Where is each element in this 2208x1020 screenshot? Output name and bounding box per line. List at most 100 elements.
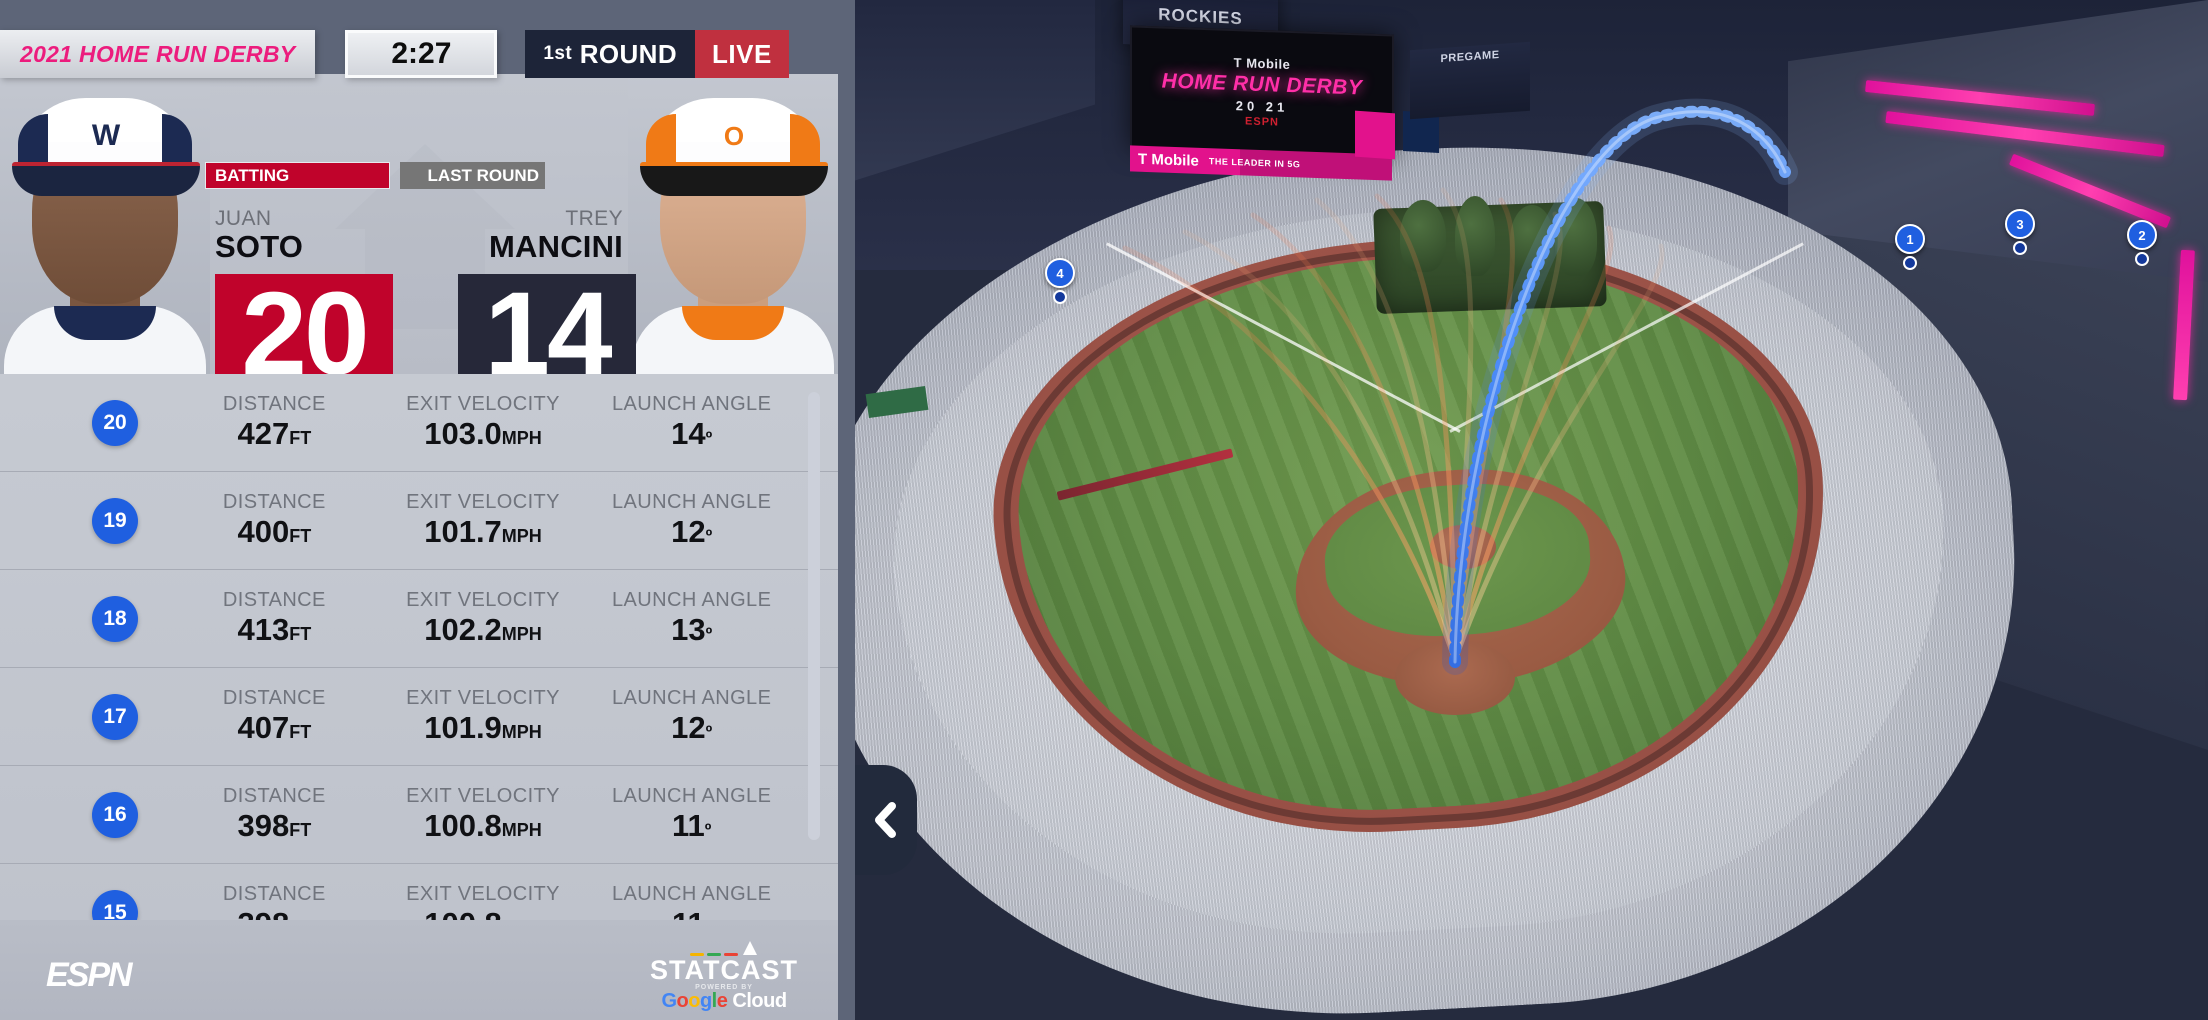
cell-unit: º xyxy=(705,623,713,644)
cell-value: 100.8MPH xyxy=(379,808,588,843)
column-header: EXIT VELOCITY xyxy=(406,490,560,513)
marker-nub xyxy=(2013,241,2027,255)
left-player-name: JUAN SOTO xyxy=(215,208,303,264)
column-header: LAUNCH ANGLE xyxy=(612,490,772,513)
round-label: ROUND xyxy=(579,38,678,69)
event-title-tab[interactable]: 2021 HOME RUN DERBY xyxy=(0,30,316,78)
round-indicator: 1st ROUND xyxy=(525,30,696,78)
column-header: DISTANCE xyxy=(222,686,326,709)
statcast-wordmark: STATCAST xyxy=(650,955,798,985)
row-number-badge: 20 xyxy=(92,399,138,446)
hr-marker-4[interactable]: 4 xyxy=(1045,258,1075,304)
column-header: LAUNCH ANGLE xyxy=(612,588,772,611)
cloud-word: Cloud xyxy=(732,990,787,1012)
cell-value: 11º xyxy=(587,807,796,843)
table-row[interactable]: 20 DISTANCE 427FT EXIT VELOCITY 103.0MPH LAUN… xyxy=(0,374,838,472)
column-header: LAUNCH ANGLE xyxy=(612,686,772,709)
marker-pin-label: 2 xyxy=(2127,220,2157,250)
table-row[interactable]: 15DISTANCE398FTEXIT VELOCITY100.8MPHLAUN… xyxy=(0,864,838,920)
cell-number: 400 xyxy=(237,513,290,549)
cell-value: 398FT xyxy=(170,808,379,843)
google-letter-o1: o xyxy=(676,990,689,1012)
row-columns: DISTANCE 427FT EXIT VELOCITY 103.0MPH LAUNCH… xyxy=(170,374,796,471)
cell-value: 407FT xyxy=(170,709,379,745)
home-run-list[interactable]: 20 DISTANCE 427FT EXIT VELOCITY 103.0MPH LAUN… xyxy=(0,374,838,920)
column-header: EXIT VELOCITY xyxy=(406,392,560,415)
row-cell: DISTANCE 400FT xyxy=(170,492,379,549)
right-player-headshot: O xyxy=(628,74,838,380)
row-cell: EXIT VELOCITY100.8MPH xyxy=(379,786,588,843)
stadium-3d-view[interactable]: ROCKIES T Mobile HOME RUN DERBY 20 21 ES… xyxy=(855,0,2208,1020)
column-header: EXIT VELOCITY xyxy=(406,784,560,807)
jumbotron-network: ESPN xyxy=(1245,115,1279,129)
cell-unit: º xyxy=(705,427,713,448)
table-row[interactable]: 19 DISTANCE 400FT EXIT VELOCITY 101.7MPH LAUN… xyxy=(0,472,838,570)
cell-value: 12º xyxy=(587,710,796,745)
tab-batting[interactable]: BATTING xyxy=(205,162,390,189)
headshot-cap-brim xyxy=(640,166,828,196)
row-cell: LAUNCH ANGLE 13º xyxy=(587,590,796,647)
outfield-shrub xyxy=(1455,196,1495,276)
table-row[interactable]: 18 DISTANCE 413FT EXIT VELOCITY 102.2MPH LAUN… xyxy=(0,570,838,668)
cell-number: 11 xyxy=(672,807,705,843)
row-cell: DISTANCE 413FT xyxy=(170,590,379,647)
cell-number: 407 xyxy=(237,709,290,745)
row-cell: DISTANCE 427FT xyxy=(170,394,379,451)
cell-value: 11º xyxy=(587,906,796,920)
row-columns: DISTANCE 400FT EXIT VELOCITY 101.7MPH LAUNCH… xyxy=(170,472,796,569)
marker-nub xyxy=(1903,256,1917,270)
table-row[interactable]: 16 DISTANCE 398FT EXIT VELOCITY 100.8MPH LAUN… xyxy=(0,766,838,864)
list-scrollbar[interactable] xyxy=(808,392,820,884)
cell-number: 14 xyxy=(671,415,706,451)
column-header: DISTANCE xyxy=(222,392,326,415)
google-letter-o2: o xyxy=(688,990,700,1012)
column-header: LAUNCH ANGLE xyxy=(612,882,772,905)
row-columns: DISTANCE398FTEXIT VELOCITY100.8MPHLAUNCH… xyxy=(170,766,796,863)
cell-unit: º xyxy=(705,721,713,742)
left-player-headshot: W xyxy=(0,74,210,380)
sponsor-strip-tagline: THE LEADER IN 5G xyxy=(1208,156,1301,170)
cell-value: 102.2MPH xyxy=(379,611,588,647)
cell-value: 101.7MPH xyxy=(379,514,588,549)
row-cell: LAUNCH ANGLE 14º xyxy=(587,394,796,451)
right-player-home-runs: 14 xyxy=(484,268,612,380)
row-cell: DISTANCE398FT xyxy=(170,884,379,920)
sponsor-strip-brand: T Mobile xyxy=(1138,150,1199,170)
row-number-badge: 19 xyxy=(92,497,138,544)
marker-pin-label: 1 xyxy=(1895,224,1925,254)
satellite-dish-icon xyxy=(742,941,757,955)
column-header: LAUNCH ANGLE xyxy=(612,392,772,415)
hr-marker-1[interactable]: 1 xyxy=(1895,224,1925,270)
cell-value: 101.9MPH xyxy=(379,710,588,745)
cell-number: 100.8 xyxy=(424,906,502,920)
cell-value: 103.0MPH xyxy=(379,416,588,451)
tab-last-round[interactable]: LAST ROUND xyxy=(400,162,545,189)
marker-pin-label: 4 xyxy=(1045,258,1075,288)
cell-value: 13º xyxy=(587,612,796,647)
table-row[interactable]: 17 DISTANCE 407FT EXIT VELOCITY 101.9MPH LAUN… xyxy=(0,668,838,766)
row-cell: LAUNCH ANGLE11º xyxy=(587,786,796,843)
hr-marker-3[interactable]: 3 xyxy=(2005,209,2035,255)
cell-value: 427FT xyxy=(170,416,379,451)
outfield-shrub xyxy=(1400,200,1446,272)
statcast-dish-icon xyxy=(650,940,798,956)
jumbotron-event-title: HOME RUN DERBY xyxy=(1161,69,1363,100)
right-player-name: TREY MANCINI xyxy=(489,208,623,264)
cell-number: 102.2 xyxy=(424,611,502,647)
outfield-shrub xyxy=(1510,205,1554,275)
cell-unit: MPH xyxy=(501,819,542,840)
column-header: EXIT VELOCITY xyxy=(406,686,560,709)
row-cell: LAUNCH ANGLE11º xyxy=(587,884,796,920)
row-cell: EXIT VELOCITY 103.0MPH xyxy=(379,394,588,451)
google-cloud-logo: Google Cloud xyxy=(650,991,798,1012)
row-cell: EXIT VELOCITY 102.2MPH xyxy=(379,590,588,647)
scrollbar-thumb[interactable] xyxy=(808,392,820,840)
row-number-badge: 18 xyxy=(92,595,138,642)
sponsor-panel xyxy=(1355,110,1395,160)
jumbotron-sponsor: T Mobile xyxy=(1233,55,1291,72)
row-columns: DISTANCE 407FT EXIT VELOCITY 101.9MPH LAUNCH… xyxy=(170,668,796,765)
tab-spacer xyxy=(497,30,525,78)
collapse-panel-button[interactable] xyxy=(855,765,917,875)
row-cell: LAUNCH ANGLE 12º xyxy=(587,492,796,549)
hr-marker-2[interactable]: 2 xyxy=(2127,220,2157,266)
